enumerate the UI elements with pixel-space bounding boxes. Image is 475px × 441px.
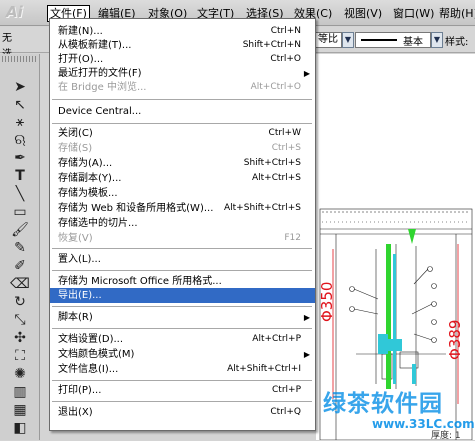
menu-item-close[interactable]: 关闭(C) Ctrl+W xyxy=(50,126,315,141)
stroke-preview-line xyxy=(361,39,397,41)
paintbrush-tool-icon[interactable]: 🖌 xyxy=(10,221,30,239)
blob-brush-tool-icon[interactable]: ✐ xyxy=(10,257,30,275)
menu-item-export[interactable]: 导出(E)... xyxy=(50,288,315,303)
watermark-url: www.33LC.com xyxy=(372,417,475,431)
app-logo: Ai xyxy=(6,3,23,21)
technical-drawing xyxy=(319,208,473,440)
menu-item-new-from-template[interactable]: 从模板新建(T)... Shift+Ctrl+N xyxy=(50,38,315,53)
menu-item-save-template[interactable]: 存储为模板... xyxy=(50,186,315,201)
menu-separator xyxy=(52,123,312,124)
gradient-tool-icon[interactable]: ◧ xyxy=(10,419,30,437)
menu-item-print[interactable]: 打印(P)... Ctrl+P xyxy=(50,383,315,398)
pen-tool-icon[interactable]: ✒ xyxy=(10,149,30,167)
menu-view[interactable]: 视图(V) xyxy=(342,5,384,22)
menu-window[interactable]: 窗口(W) xyxy=(391,5,436,22)
menu-item-save-for-web[interactable]: 存储为 Web 和设备所用格式(W)... Alt+Shift+Ctrl+S xyxy=(50,201,315,216)
selection-tool-icon[interactable]: ➤ xyxy=(10,78,30,96)
menu-separator xyxy=(52,306,312,307)
control-bar-label: 无选 xyxy=(2,33,12,60)
proportion-field[interactable]: 等比 xyxy=(315,32,342,48)
mesh-tool-icon[interactable]: ▦ xyxy=(10,401,30,419)
pencil-tool-icon[interactable]: ✎ xyxy=(10,239,30,257)
type-tool-icon[interactable]: T xyxy=(10,167,30,185)
menu-item-scripts[interactable]: 脚本(R) ▶ xyxy=(50,310,315,325)
submenu-arrow-icon: ▶ xyxy=(303,69,310,78)
menu-separator xyxy=(52,380,312,381)
scale-tool-icon[interactable]: ⤡ xyxy=(10,311,30,329)
menu-item-save-copy[interactable]: 存储副本(Y)... Alt+Ctrl+S xyxy=(50,171,315,186)
menu-separator xyxy=(52,248,312,249)
menu-item-file-info[interactable]: 文件信息(I)... Alt+Shift+Ctrl+I xyxy=(50,362,315,377)
column-graph-tool-icon[interactable]: ▥ xyxy=(10,383,30,401)
menu-separator xyxy=(52,270,312,271)
stroke-dropdown-button[interactable]: ▼ xyxy=(431,32,443,48)
eraser-tool-icon[interactable]: ⌫ xyxy=(10,275,30,293)
panel-grip[interactable] xyxy=(2,56,38,62)
rectangle-tool-icon[interactable]: ▭ xyxy=(10,203,30,221)
submenu-arrow-icon: ▶ xyxy=(303,313,310,322)
menu-item-browse-bridge: 在 Bridge 中浏览... Alt+Ctrl+O xyxy=(58,82,301,93)
style-label: 样式: xyxy=(445,37,469,48)
menu-separator xyxy=(52,99,312,100)
menu-item-revert: 恢复(V) F12 xyxy=(58,233,301,244)
symbol-sprayer-tool-icon[interactable]: ✺ xyxy=(10,365,30,383)
rotate-tool-icon[interactable]: ↻ xyxy=(10,293,30,311)
menu-separator xyxy=(52,401,312,402)
menu-item-save-slices[interactable]: 存储选中的切片... xyxy=(50,216,315,231)
menu-item-document-color-mode[interactable]: 文档颜色模式(M) ▶ xyxy=(50,347,315,362)
direct-selection-tool-icon[interactable]: ↖ xyxy=(10,96,30,114)
watermark-logo-text: 绿茶软件园 xyxy=(323,391,443,417)
menu-item-save: 存储(S) Ctrl+S xyxy=(58,143,301,154)
dimension-label-389: Φ389 xyxy=(446,319,464,360)
line-tool-icon[interactable]: ╲ xyxy=(10,185,30,203)
menu-item-save-office[interactable]: 存储为 Microsoft Office 所用格式... xyxy=(50,274,315,289)
dimension-label-350: Φ350 xyxy=(318,281,336,322)
menu-item-save-as[interactable]: 存储为(A)... Shift+Ctrl+S xyxy=(50,156,315,171)
menu-help[interactable]: 帮助(H) xyxy=(437,5,475,22)
free-transform-tool-icon[interactable]: ⛶ xyxy=(10,347,30,365)
stroke-profile-label: 基本 xyxy=(403,37,423,48)
warp-tool-icon[interactable]: ✣ xyxy=(10,329,30,347)
menu-separator xyxy=(52,328,312,329)
menu-item-exit[interactable]: 退出(X) Ctrl+Q xyxy=(50,405,315,420)
proportion-dropdown-button[interactable]: ▼ xyxy=(342,32,354,48)
magic-wand-tool-icon[interactable]: ⚹ xyxy=(10,113,30,131)
menu-item-document-setup[interactable]: 文档设置(D)... Alt+Ctrl+P xyxy=(50,332,315,347)
submenu-arrow-icon: ▶ xyxy=(303,350,310,359)
lasso-tool-icon[interactable]: ଋ xyxy=(10,131,30,149)
menu-item-device-central[interactable]: Device Central... xyxy=(50,104,315,119)
menu-item-new[interactable]: 新建(N)... Ctrl+N xyxy=(50,24,315,39)
menu-item-place[interactable]: 置入(L)... xyxy=(50,252,315,267)
menu-item-recent-files[interactable]: 最近打开的文件(F) ▶ xyxy=(50,66,315,81)
menu-item-open[interactable]: 打开(O)... Ctrl+O xyxy=(50,52,315,67)
